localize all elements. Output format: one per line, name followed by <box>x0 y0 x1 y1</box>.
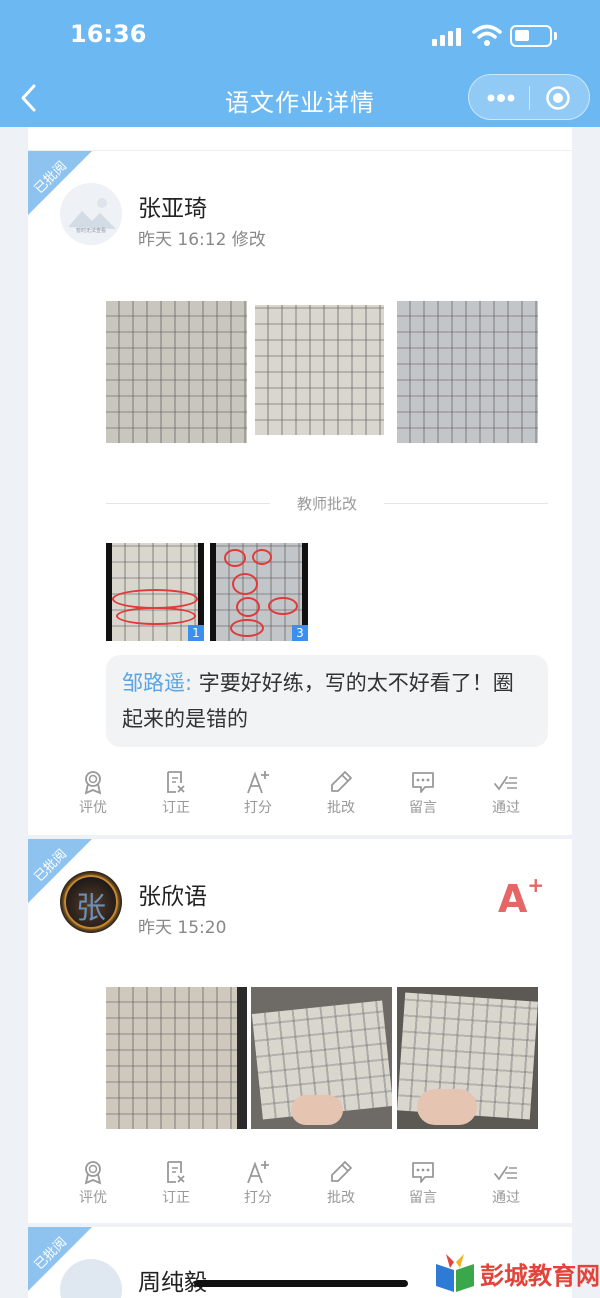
submission-list: 已批阅 暂时无法查看 张亚琦 昨天 16:12 修改 教师批改 1 3 邹路遥:… <box>0 127 600 1298</box>
action-label: 批改 <box>327 1190 355 1206</box>
home-indicator <box>194 1280 408 1287</box>
revise-button[interactable]: 订正 <box>136 769 216 817</box>
book-logo-icon <box>436 1254 474 1292</box>
watermark-text: 彭城教育网 <box>480 1262 600 1290</box>
corrected-image[interactable]: 1 <box>106 543 204 641</box>
placeholder-image-icon <box>60 183 122 245</box>
student-name: 张欣语 <box>138 884 207 910</box>
revise-button[interactable]: 订正 <box>136 1159 216 1207</box>
image-index-badge: 3 <box>292 625 308 641</box>
score-icon <box>218 1159 298 1185</box>
action-bar: 评优 订正 打分 批改 留言 通过 <box>28 769 572 829</box>
grade-badge: A+ <box>498 873 544 921</box>
homework-photo[interactable] <box>397 301 538 443</box>
correction-icon <box>136 769 216 795</box>
mini-program-capsule <box>468 74 590 120</box>
recommend-button[interactable]: 评优 <box>53 769 133 817</box>
message-icon <box>383 1159 463 1185</box>
action-label: 评优 <box>79 800 107 816</box>
action-bar: 评优 订正 打分 批改 留言 通过 <box>28 1159 572 1219</box>
action-label: 打分 <box>244 1190 272 1206</box>
student-name: 张亚琦 <box>138 196 207 222</box>
correction-icon <box>136 1159 216 1185</box>
action-label: 打分 <box>244 800 272 816</box>
recommend-button[interactable]: 评优 <box>53 1159 133 1207</box>
action-label: 留言 <box>409 1190 437 1206</box>
edit-pen-icon <box>301 769 381 795</box>
edit-pen-icon <box>301 1159 381 1185</box>
status-time: 16:36 <box>70 20 147 48</box>
action-label: 订正 <box>162 800 190 816</box>
battery-icon <box>510 25 557 47</box>
homework-photo[interactable] <box>106 987 247 1129</box>
grade-suffix: + <box>527 873 545 897</box>
award-icon <box>53 769 133 795</box>
grade-letter: A <box>498 877 528 921</box>
watermark: 彭城教育网 <box>432 1252 600 1298</box>
approve-icon <box>466 1159 546 1185</box>
homework-photo[interactable] <box>251 301 392 443</box>
signal-icon <box>432 28 464 46</box>
action-label: 留言 <box>409 800 437 816</box>
divider-right <box>384 503 548 504</box>
avatar[interactable]: 张 <box>60 871 122 933</box>
action-label: 评优 <box>79 1190 107 1206</box>
corrected-image[interactable]: 3 <box>210 543 308 641</box>
comment-button[interactable]: 留言 <box>383 769 463 817</box>
action-label: 通过 <box>492 1190 520 1206</box>
previous-action-bar <box>28 127 572 151</box>
correct-button[interactable]: 批改 <box>301 1159 381 1207</box>
submission-card: 已批阅 暂时无法查看 张亚琦 昨天 16:12 修改 教师批改 1 3 邹路遥:… <box>28 151 572 835</box>
homework-photo[interactable] <box>251 987 392 1129</box>
approve-button[interactable]: 通过 <box>466 769 546 817</box>
wifi-icon <box>472 24 502 46</box>
comment-button[interactable]: 留言 <box>383 1159 463 1207</box>
avatar-caption: 暂时无法查看 <box>75 228 106 234</box>
more-icon[interactable] <box>485 85 517 111</box>
action-label: 批改 <box>327 800 355 816</box>
close-program-icon[interactable] <box>545 85 571 111</box>
avatar-glyph: 张 <box>76 891 106 926</box>
award-icon <box>53 1159 133 1185</box>
approve-icon <box>466 769 546 795</box>
teacher-correction-label: 教师批改 <box>296 495 357 513</box>
score-icon <box>218 769 298 795</box>
approve-button[interactable]: 通过 <box>466 1159 546 1207</box>
homework-photo[interactable] <box>106 301 247 443</box>
comment-author: 邹路遥: <box>122 671 193 695</box>
top-bar: 16:36 语文作业详情 <box>0 0 600 127</box>
submit-time: 昨天 16:12 修改 <box>138 230 266 250</box>
score-button[interactable]: 打分 <box>218 769 298 817</box>
action-label: 通过 <box>492 800 520 816</box>
correct-button[interactable]: 批改 <box>301 769 381 817</box>
submission-card: 已批阅 张 张欣语 昨天 15:20 A+ 评优 订正 打分 批改 留言 通过 <box>28 839 572 1223</box>
score-button[interactable]: 打分 <box>218 1159 298 1207</box>
homework-photo[interactable] <box>397 987 538 1129</box>
message-icon <box>383 769 463 795</box>
submit-time: 昨天 15:20 <box>138 918 227 938</box>
avatar[interactable]: 暂时无法查看 <box>60 183 122 245</box>
teacher-comment: 邹路遥: 字要好好练，写的太不好看了！圈起来的是错的 <box>106 655 548 747</box>
divider-left <box>106 503 270 504</box>
action-label: 订正 <box>162 1190 190 1206</box>
image-index-badge: 1 <box>188 625 204 641</box>
